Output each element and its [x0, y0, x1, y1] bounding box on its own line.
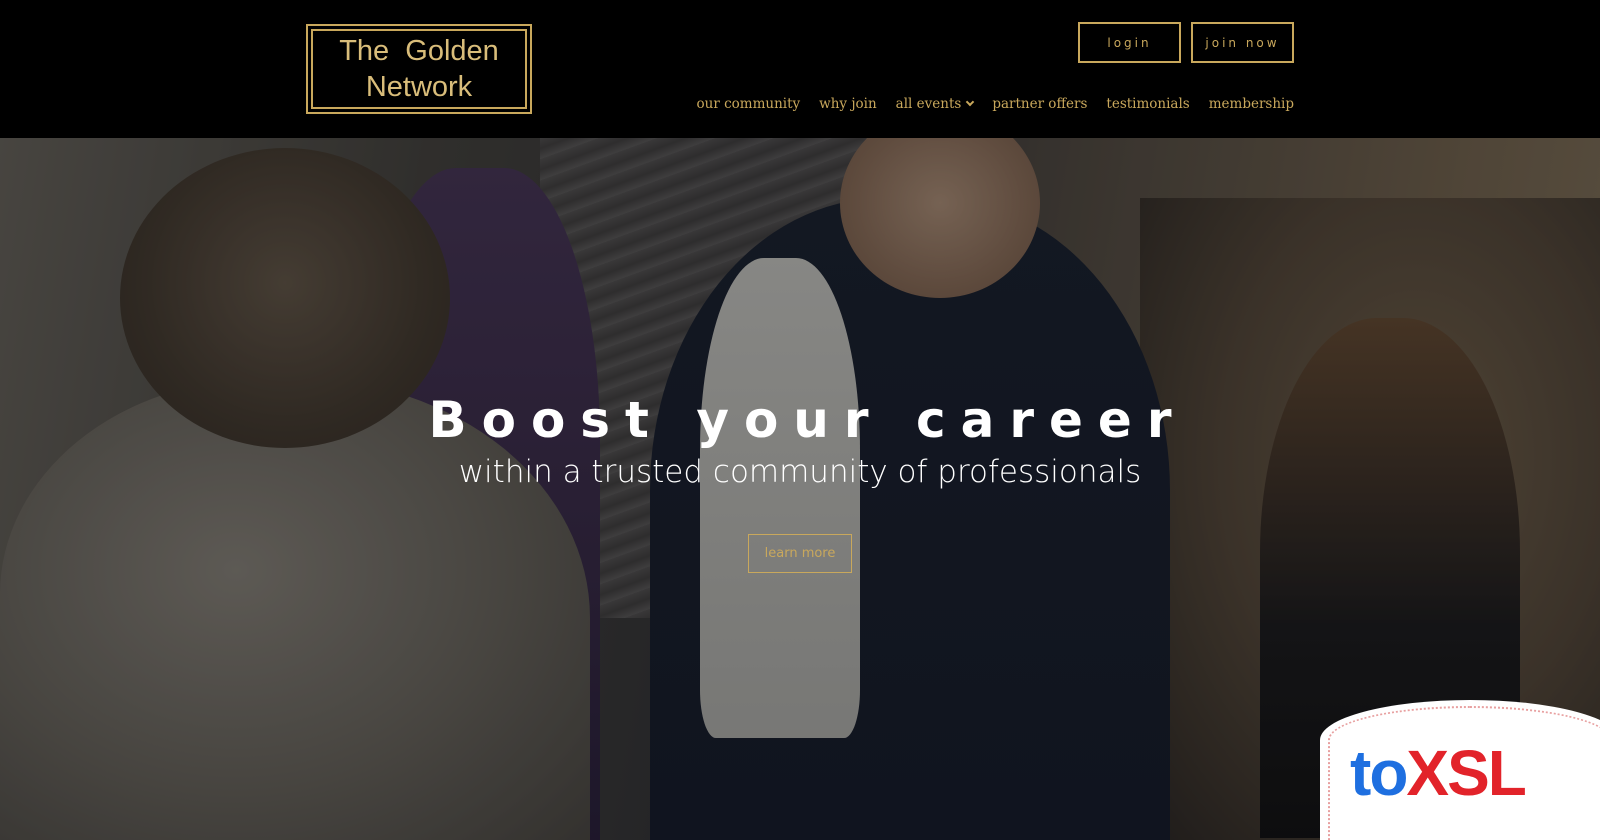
hero-content: Boost your career within a trusted commu… [0, 390, 1600, 573]
nav-label: partner offers [992, 96, 1088, 112]
nav-label: why join [819, 96, 877, 112]
nav-label: testimonials [1106, 96, 1190, 112]
logo-line-2: Network [365, 71, 473, 103]
main-nav: our community why join all events partne… [697, 96, 1294, 112]
nav-item-all-events[interactable]: all events [895, 96, 975, 112]
site-logo[interactable]: The Golden Network [306, 24, 532, 114]
badge-text-part: to [1350, 737, 1408, 809]
nav-item-testimonials[interactable]: testimonials [1106, 96, 1189, 112]
logo-frame: The Golden Network [311, 29, 527, 109]
nav-label: membership [1208, 96, 1294, 112]
site-header: The Golden Network login join now our co… [0, 0, 1600, 138]
nav-label: our community [696, 96, 801, 112]
nav-item-our-community[interactable]: our community [697, 96, 801, 112]
toxsl-logo: toXSL [1350, 737, 1527, 809]
join-now-button[interactable]: join now [1191, 22, 1294, 63]
nav-item-partner-offers[interactable]: partner offers [992, 96, 1087, 112]
toxsl-badge: toXSL [1320, 700, 1600, 840]
nav-label: all events [895, 96, 962, 112]
chevron-down-icon [966, 97, 975, 107]
learn-more-button[interactable]: learn more [747, 534, 853, 573]
logo-line-1: The Golden [339, 35, 499, 67]
hero-subtitle: within a trusted community of profession… [458, 454, 1142, 490]
login-button[interactable]: login [1078, 22, 1181, 63]
badge-text-part: XSL [1406, 737, 1526, 809]
hero-title: Boost your career [428, 391, 1187, 449]
nav-item-membership[interactable]: membership [1209, 96, 1294, 112]
nav-item-why-join[interactable]: why join [819, 96, 877, 112]
